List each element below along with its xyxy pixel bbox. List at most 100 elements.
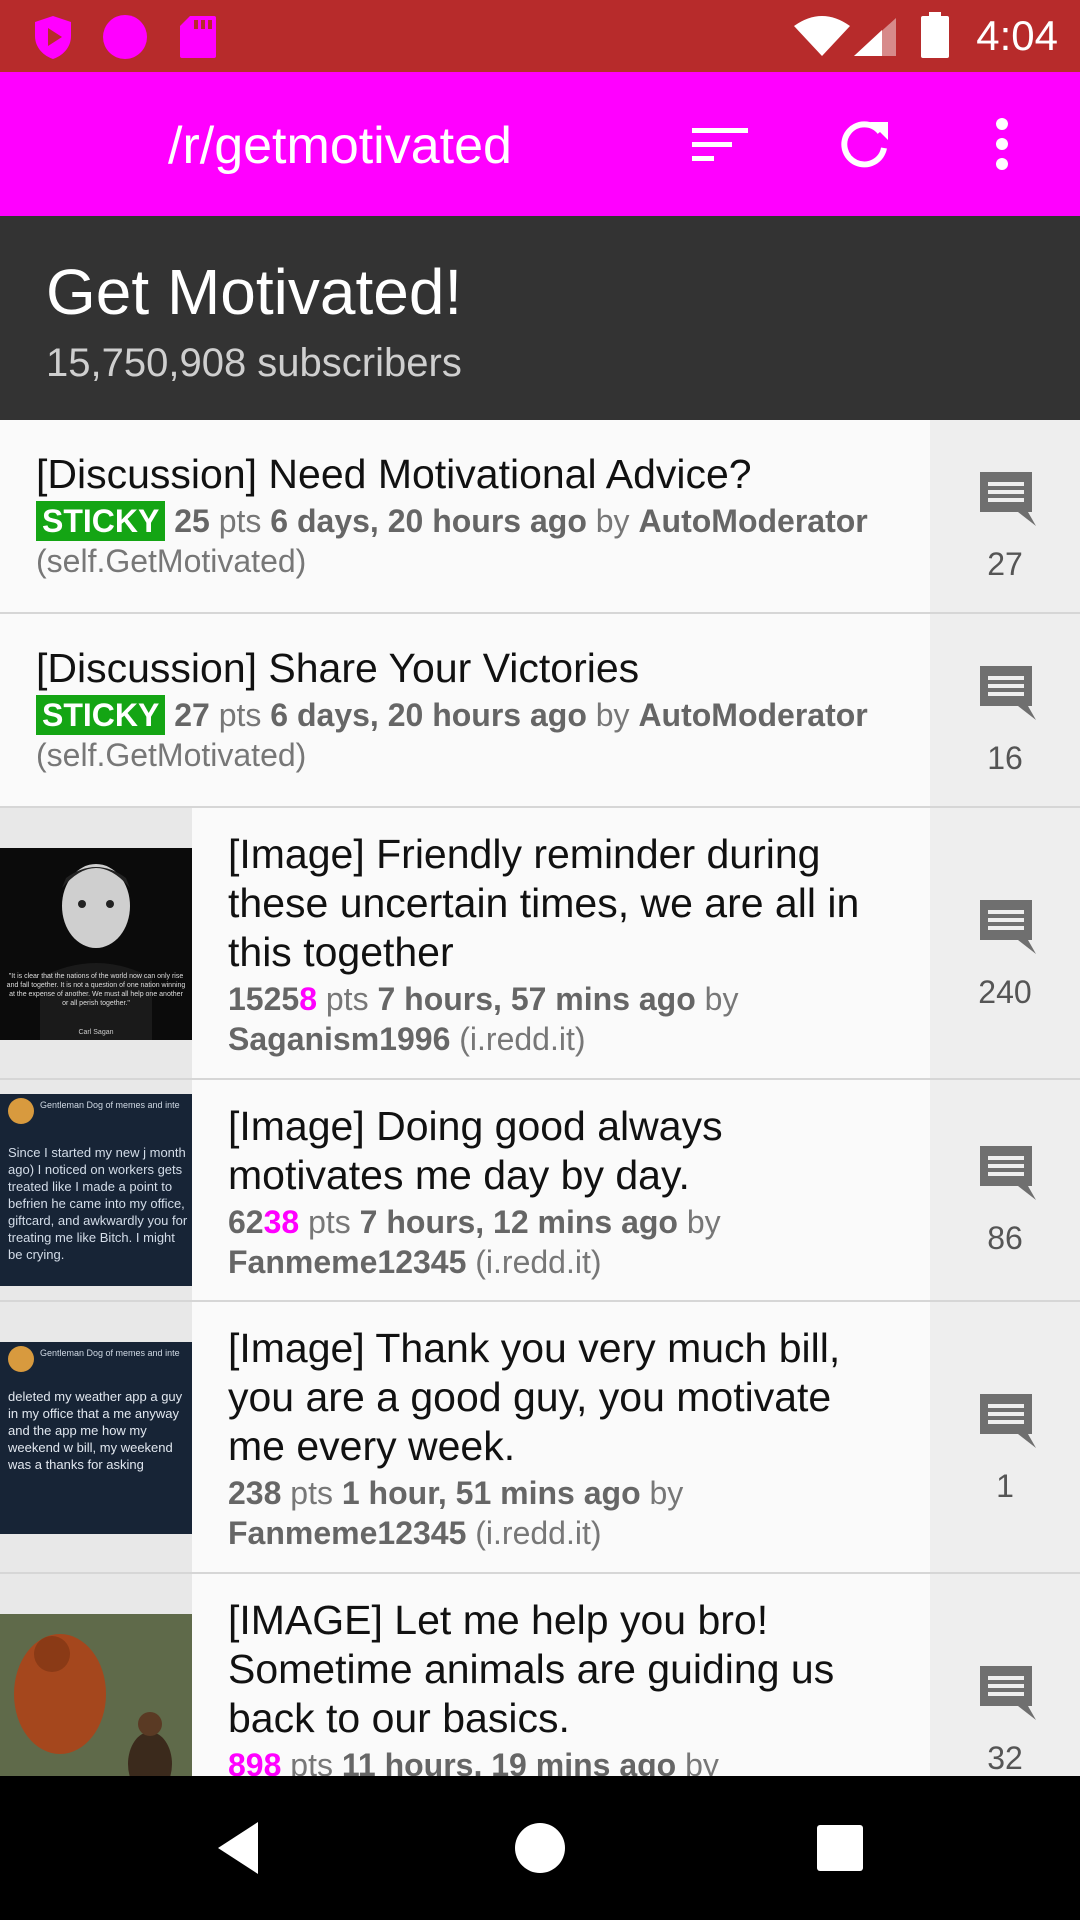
post-author[interactable]: Saganism1996 [228,1021,450,1057]
pts-label: pts [290,1747,333,1776]
sort-icon[interactable] [690,114,750,174]
portrait-image [40,864,152,1040]
points-change: 38 [263,1204,300,1240]
list-item[interactable]: [Discussion] Share Your Victories STICKY… [0,614,1080,808]
post-list[interactable]: [Discussion] Need Motivational Advice? S… [0,420,1080,1776]
comments-button[interactable]: 86 [930,1080,1080,1300]
battery-icon [921,12,949,58]
post-domain: (i.redd.it) [475,1515,602,1551]
post-author[interactable]: Fanmeme12345 [228,1515,466,1551]
post-body[interactable]: [Discussion] Share Your Victories STICKY… [36,644,896,775]
pts-label: pts [218,503,262,539]
list-item[interactable]: [Discussion] Need Motivational Advice? S… [0,420,1080,614]
comments-button[interactable]: 240 [930,808,1080,1078]
post-age: 7 hours, 12 mins ago [359,1204,678,1240]
pts-label: pts [308,1204,351,1240]
thumbnail-image: Gentleman Dog of memes and inte deleted … [0,1342,192,1534]
thumbnail-caption: "It is clear that the nations of the wor… [6,973,186,1007]
thumbnail-caption: deleted my weather app a guy in my offic… [8,1389,183,1472]
comment-icon [980,1394,1036,1448]
post-domain: (self.GetMotivated) [36,737,307,773]
post-points: 27 [174,697,210,733]
post-body[interactable]: [IMAGE] Let me help you bro! Sometime an… [228,1596,868,1776]
post-title: [Image] Friendly reminder during these u… [228,831,860,975]
list-item[interactable]: Gentleman Dog of memes and inte Since I … [0,1080,1080,1302]
play-protect-icon [35,16,71,59]
comment-icon [980,1146,1036,1200]
thumbnail[interactable]: Gentleman Dog of memes and inte Since I … [0,1080,192,1300]
by-label: by [686,1204,721,1240]
post-body[interactable]: [Image] Thank you very much bill, you ar… [228,1324,868,1553]
subreddit-header: Get Motivated! 15,750,908 subscribers [0,216,1080,420]
post-author[interactable]: AutoModerator [638,503,867,539]
avatar [8,1346,34,1372]
thumbnail-credit: Carl Sagan [78,1029,114,1036]
pts-label: pts [218,697,262,733]
post-title: [Discussion] Share Your Victories [36,645,640,691]
clock: 4:04 [976,12,1058,59]
post-author[interactable]: AutoModerator [638,697,867,733]
by-label: by [649,1475,684,1511]
thumbnail[interactable] [0,1574,192,1776]
pts-label: pts [290,1475,333,1511]
thumbnail[interactable]: "It is clear that the nations of the wor… [0,808,192,1078]
refresh-icon[interactable] [834,114,894,174]
comments-button[interactable]: 16 [930,614,1080,806]
post-body[interactable]: [Image] Friendly reminder during these u… [228,830,868,1059]
thumbnail-image: "It is clear that the nations of the wor… [0,848,192,1040]
list-item[interactable]: "It is clear that the nations of the wor… [0,808,1080,1080]
list-item[interactable]: [IMAGE] Let me help you bro! Sometime an… [0,1574,1080,1776]
back-icon[interactable] [210,1818,270,1878]
post-points: 62 [228,1204,264,1240]
wifi-icon [794,16,850,56]
post-author[interactable]: Fanmeme12345 [228,1244,466,1280]
thumbnail-image: Gentleman Dog of memes and inte Since I … [0,1094,192,1286]
thumbnail[interactable]: Gentleman Dog of memes and inte deleted … [0,1302,192,1572]
by-label: by [595,697,630,733]
post-points: 25 [174,503,210,539]
comment-count: 86 [987,1220,1023,1256]
post-body[interactable]: [Image] Doing good always motivates me d… [228,1102,868,1282]
thumbnail-credit: Gentleman Dog of memes and inte [40,1348,180,1358]
comments-button[interactable]: 32 [930,1574,1080,1776]
post-domain: (self.GetMotivated) [36,543,307,579]
page-title[interactable]: /r/getmotivated [168,118,512,174]
home-icon[interactable] [510,1818,570,1878]
comment-count: 240 [978,974,1032,1010]
comment-icon [980,666,1036,720]
thumbnail-caption: Since I started my new j month ago) I no… [8,1145,188,1262]
post-domain: (i.redd.it) [475,1244,602,1280]
pts-label: pts [325,981,369,1017]
post-title: [Image] Thank you very much bill, you ar… [228,1325,841,1469]
navigation-bar [0,1776,1080,1920]
post-age: 1 hour, 51 mins ago [341,1475,641,1511]
comment-count: 1 [996,1468,1014,1504]
comment-count: 32 [987,1740,1023,1776]
sd-card-icon [180,16,216,58]
by-label: by [595,503,630,539]
comment-icon [980,1666,1036,1720]
points-change: 8 [299,981,317,1017]
orangutan-image [0,1614,192,1776]
subscriber-count: 15,750,908 subscribers [46,341,462,385]
thumbnail-credit: Gentleman Dog of memes and inte [40,1100,180,1110]
comments-button[interactable]: 1 [930,1302,1080,1572]
post-meta: 6238 pts 7 hours, 12 mins ago by Fanmeme… [228,1202,868,1282]
sticky-badge: STICKY [36,695,166,735]
notification-dot-icon [103,15,147,59]
post-age: 6 days, 20 hours ago [270,697,587,733]
comment-icon [980,472,1036,526]
list-item[interactable]: Gentleman Dog of memes and inte deleted … [0,1302,1080,1574]
post-domain: (i.redd.it) [459,1021,586,1057]
overflow-menu-icon[interactable] [972,114,1032,174]
comment-icon [980,900,1036,954]
by-label: by [704,981,739,1017]
post-body[interactable]: [Discussion] Need Motivational Advice? S… [36,450,896,581]
recents-icon[interactable] [810,1818,870,1878]
cell-signal-icon [854,18,896,56]
comments-button[interactable]: 27 [930,420,1080,612]
post-age: 11 hours, 19 mins ago [341,1747,677,1776]
post-meta: 898 pts 11 hours, 19 mins ago by [228,1745,868,1776]
thumbnail-image [0,1614,192,1776]
post-points: 1525 [228,981,300,1017]
